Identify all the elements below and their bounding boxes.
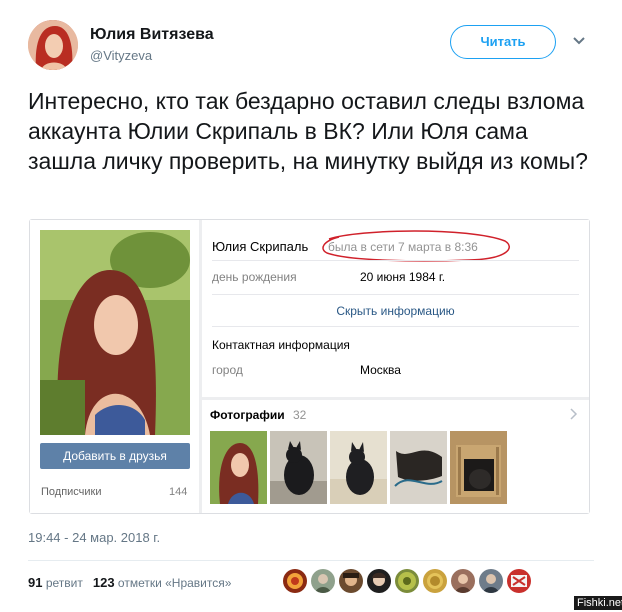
tweet-text: Интересно, кто так бездарно оставил след… — [28, 88, 588, 174]
photo-thumbnail[interactable] — [270, 431, 327, 504]
tweet-header: Юлия Витязева @Vityzeva Читать — [28, 20, 608, 76]
vk-profile-name: Юлия Скрипаль — [212, 239, 309, 254]
red-circle-annotation — [322, 230, 510, 262]
author-name[interactable]: Юлия Витязева — [90, 26, 214, 44]
vk-profile-info: Юлия Скрипаль была в сети 7 марта в 8:36… — [202, 220, 589, 397]
liker-avatar[interactable] — [395, 569, 419, 593]
divider — [212, 294, 579, 295]
vk-profile-screenshot: Добавить в друзья Подписчики 144 Юлия Ск… — [29, 219, 590, 514]
subscribers-label[interactable]: Подписчики — [41, 486, 102, 498]
birthday-label: день рождения — [212, 270, 297, 284]
follow-button[interactable]: Читать — [450, 25, 556, 59]
vk-photos-block: Фотографии 32 — [202, 400, 589, 513]
likes-label[interactable]: отметки «Нравится» — [118, 576, 232, 590]
retweets-count[interactable]: 91 — [28, 575, 42, 590]
chevron-down-icon[interactable] — [572, 34, 586, 48]
contact-info-title: Контактная информация — [212, 338, 350, 352]
liker-avatar[interactable] — [451, 569, 475, 593]
liker-avatar[interactable] — [367, 569, 391, 593]
divider — [212, 260, 579, 261]
liker-avatar[interactable] — [479, 569, 503, 593]
add-friend-button[interactable]: Добавить в друзья — [40, 443, 190, 469]
liker-avatar[interactable] — [507, 569, 531, 593]
vk-left-column: Добавить в друзья Подписчики 144 — [30, 220, 199, 513]
author-handle[interactable]: @Vityzeva — [90, 48, 152, 63]
birthday-value[interactable]: 20 июня 1984 г. — [360, 270, 445, 284]
hide-info-link[interactable]: Скрыть информацию — [202, 304, 589, 318]
tweet-timestamp[interactable]: 19:44 - 24 мар. 2018 г. — [28, 530, 160, 545]
photo-thumbnail[interactable] — [450, 431, 507, 504]
photo-thumbnail[interactable] — [210, 431, 267, 504]
watermark: Fishki.net — [574, 596, 622, 610]
divider — [28, 560, 594, 561]
liker-avatar[interactable] — [423, 569, 447, 593]
retweets-label[interactable]: ретвит — [46, 576, 83, 590]
city-value[interactable]: Москва — [360, 363, 401, 377]
photos-title[interactable]: Фотографии — [210, 408, 285, 422]
city-label: город — [212, 363, 243, 377]
photo-thumbnail[interactable] — [330, 431, 387, 504]
tweet-stats: 91 ретвит 123 отметки «Нравится» — [28, 575, 231, 590]
liker-avatar[interactable] — [283, 569, 307, 593]
chevron-right-icon[interactable] — [568, 407, 578, 421]
photos-count: 32 — [293, 408, 307, 422]
liker-avatar[interactable] — [311, 569, 335, 593]
likes-count[interactable]: 123 — [93, 575, 115, 590]
subscribers-count: 144 — [169, 486, 188, 498]
photo-thumbnail[interactable] — [390, 431, 447, 504]
liker-avatar[interactable] — [339, 569, 363, 593]
divider — [212, 326, 579, 327]
author-avatar[interactable] — [28, 20, 78, 70]
vk-profile-photo — [40, 230, 190, 435]
